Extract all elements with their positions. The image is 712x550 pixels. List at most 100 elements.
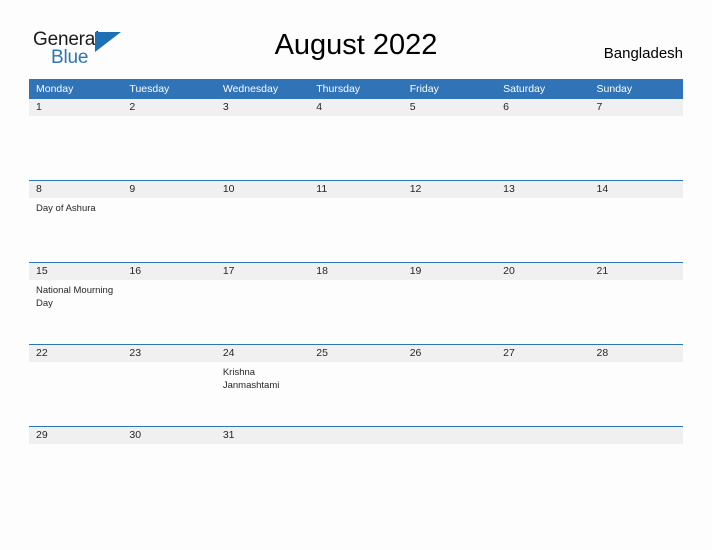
day-number: 13 — [496, 181, 590, 198]
weekday-header-tuesday: Tuesday — [122, 79, 216, 99]
day-box: 14 — [589, 181, 683, 262]
calendar-day-cell[interactable]: 10 — [215, 180, 310, 263]
day-box: 1 — [29, 99, 123, 180]
calendar-day-cell[interactable]: 2 — [122, 99, 216, 181]
day-box: 6 — [496, 99, 590, 180]
day-number: 16 — [122, 263, 216, 280]
day-box: 12 — [402, 181, 497, 262]
calendar-day-cell[interactable]: 7 — [589, 99, 683, 181]
weekday-header-row: Monday Tuesday Wednesday Thursday Friday… — [29, 79, 683, 99]
calendar-empty-cell — [309, 426, 403, 451]
day-number: 5 — [402, 99, 497, 116]
day-box: 4 — [309, 99, 403, 180]
calendar-day-cell[interactable]: 11 — [309, 180, 403, 263]
weekday-header-wednesday: Wednesday — [215, 79, 310, 99]
calendar-day-cell[interactable]: 31 — [215, 426, 310, 451]
calendar-empty-cell — [589, 426, 683, 451]
day-box: 25 — [309, 345, 403, 426]
month-calendar-table: Monday Tuesday Wednesday Thursday Friday… — [29, 79, 683, 451]
calendar-day-cell[interactable]: 26 — [402, 344, 497, 427]
calendar-day-cell[interactable]: 16 — [122, 262, 216, 345]
day-number: 3 — [215, 99, 310, 116]
day-number: 4 — [309, 99, 403, 116]
calendar-week-row: 1234567 — [29, 99, 683, 181]
calendar-day-cell[interactable]: 27 — [496, 344, 590, 427]
day-number: 2 — [122, 99, 216, 116]
calendar-day-cell[interactable]: 17 — [215, 262, 310, 345]
calendar-day-cell[interactable]: 28 — [589, 344, 683, 427]
calendar-day-cell[interactable]: 15 National Mourning Day — [29, 262, 123, 345]
day-number — [309, 427, 403, 444]
calendar-day-cell[interactable]: 3 — [215, 99, 310, 181]
day-number — [589, 427, 683, 444]
calendar-day-cell[interactable]: 30 — [122, 426, 216, 451]
day-number: 20 — [496, 263, 590, 280]
calendar-day-cell[interactable]: 25 — [309, 344, 403, 427]
day-number — [496, 427, 590, 444]
calendar-week-row: 22 23 24 Krishna Janmashtami 25 26 27 28 — [29, 344, 683, 427]
calendar-day-cell[interactable]: 4 — [309, 99, 403, 181]
holiday-label: Krishna Janmashtami — [222, 367, 280, 391]
calendar-day-cell[interactable]: 23 — [122, 344, 216, 427]
calendar-day-cell[interactable]: 18 — [309, 262, 403, 345]
day-number: 6 — [496, 99, 590, 116]
day-box — [589, 427, 683, 451]
day-number: 11 — [309, 181, 403, 198]
calendar-day-cell[interactable]: 29 — [29, 426, 123, 451]
day-box: 16 — [122, 263, 216, 344]
holiday-label: Day of Ashura — [36, 203, 96, 214]
calendar-day-cell[interactable]: 6 — [496, 99, 590, 181]
day-box: 10 — [215, 181, 310, 262]
day-events: National Mourning Day — [29, 280, 122, 310]
calendar-day-cell[interactable]: 1 — [29, 99, 123, 181]
calendar-day-cell[interactable]: 21 — [589, 262, 683, 345]
weekday-header-thursday: Thursday — [309, 79, 403, 99]
calendar-day-cell[interactable]: 20 — [496, 262, 590, 345]
day-number: 12 — [402, 181, 497, 198]
calendar-day-cell[interactable]: 9 — [122, 180, 216, 263]
day-box: 13 — [496, 181, 590, 262]
country-label: Bangladesh — [603, 45, 683, 62]
day-box — [309, 427, 403, 451]
day-number — [402, 427, 497, 444]
day-number: 31 — [215, 427, 310, 444]
calendar-empty-cell — [496, 426, 590, 451]
weekday-header-sunday: Sunday — [589, 79, 683, 99]
day-box — [402, 427, 497, 451]
day-number: 17 — [215, 263, 310, 280]
calendar-day-cell[interactable]: 8 Day of Ashura — [29, 180, 123, 263]
day-box: 30 — [122, 427, 216, 451]
calendar-week-row: 8 Day of Ashura 9 10 11 12 13 14 — [29, 180, 683, 263]
day-box: 19 — [402, 263, 497, 344]
day-number: 8 — [29, 181, 123, 198]
day-number: 30 — [122, 427, 216, 444]
day-box: 7 — [589, 99, 683, 180]
day-box: 2 — [122, 99, 216, 180]
day-events: Day of Ashura — [29, 198, 122, 215]
holiday-label: National Mourning Day — [36, 285, 114, 309]
day-box: 23 — [122, 345, 216, 426]
calendar-day-cell[interactable]: 13 — [496, 180, 590, 263]
day-number: 18 — [309, 263, 403, 280]
day-number: 1 — [29, 99, 123, 116]
calendar-day-cell[interactable]: 12 — [402, 180, 497, 263]
day-box — [496, 427, 590, 451]
day-box: 20 — [496, 263, 590, 344]
day-number: 10 — [215, 181, 310, 198]
day-box: 29 — [29, 427, 123, 451]
calendar-day-cell[interactable]: 24 Krishna Janmashtami — [215, 344, 310, 427]
calendar-day-cell[interactable]: 5 — [402, 99, 497, 181]
weekday-header-monday: Monday — [29, 79, 123, 99]
calendar-day-cell[interactable]: 19 — [402, 262, 497, 345]
day-number: 15 — [29, 263, 123, 280]
day-number: 29 — [29, 427, 123, 444]
day-box: 21 — [589, 263, 683, 344]
calendar-day-cell[interactable]: 22 — [29, 344, 123, 427]
weekday-header-friday: Friday — [402, 79, 497, 99]
day-box: 8 Day of Ashura — [29, 181, 123, 262]
day-number: 24 — [215, 345, 310, 362]
day-number: 27 — [496, 345, 590, 362]
day-box: 27 — [496, 345, 590, 426]
calendar-day-cell[interactable]: 14 — [589, 180, 683, 263]
day-number: 19 — [402, 263, 497, 280]
